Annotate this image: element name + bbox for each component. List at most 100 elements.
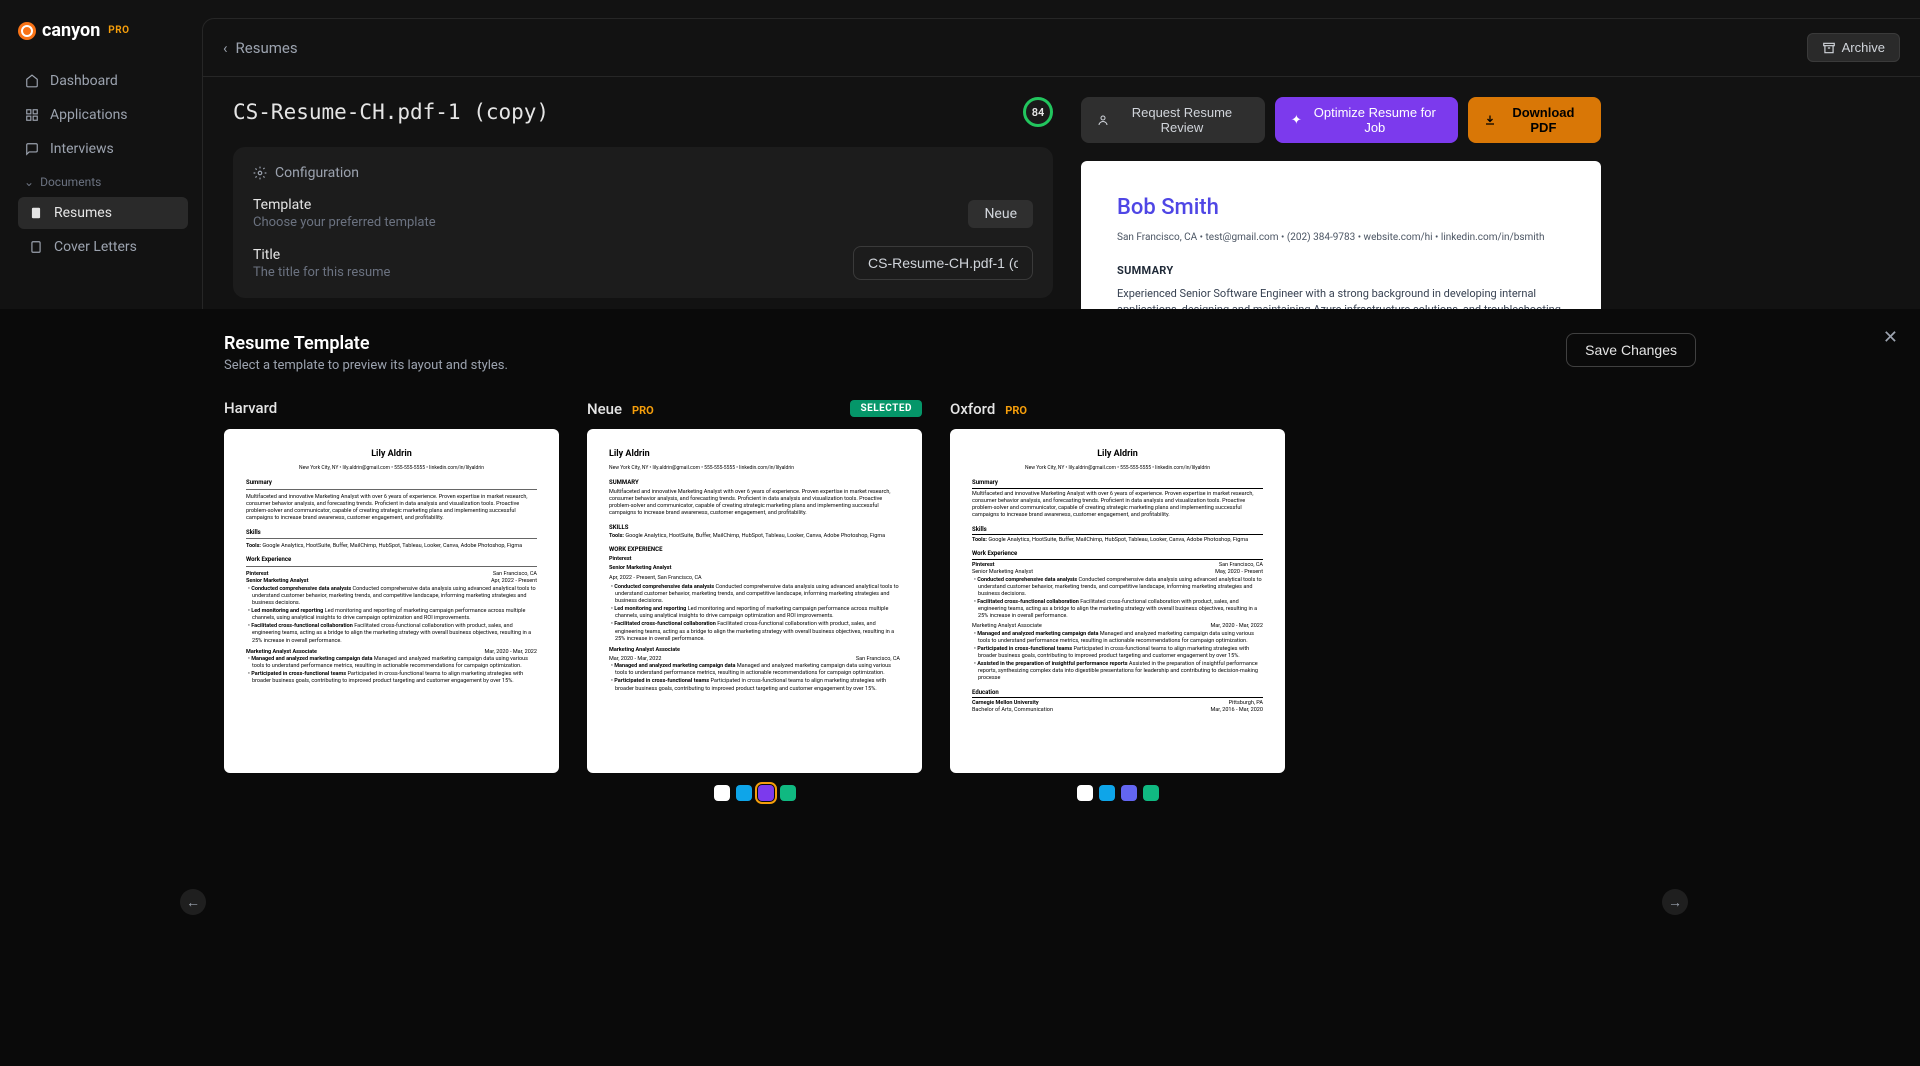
template-preview-harvard: Lily Aldrin New York City, NY • lily.ald… <box>224 429 559 773</box>
title-input[interactable] <box>853 246 1033 280</box>
sample-skills-h: Skills <box>246 529 537 537</box>
sample-contact: New York City, NY • lily.aldrin@gmail.co… <box>972 465 1263 472</box>
swatch-blue[interactable] <box>736 785 752 801</box>
title-label: Title <box>253 247 390 263</box>
arrow-left-icon: ← <box>186 894 200 911</box>
download-pdf-button[interactable]: Download PDF <box>1468 97 1601 143</box>
nav-resumes[interactable]: Resumes <box>18 197 188 229</box>
gear-icon <box>253 166 267 180</box>
save-changes-button[interactable]: Save Changes <box>1566 333 1696 367</box>
archive-icon <box>1822 41 1836 55</box>
sample-summary-h: SUMMARY <box>609 479 900 487</box>
template-preview-oxford: Lily Aldrin New York City, NY • lily.ald… <box>950 429 1285 773</box>
button-label: Request Resume Review <box>1115 105 1249 135</box>
nav-applications[interactable]: Applications <box>14 99 188 131</box>
preview-summary-heading: SUMMARY <box>1117 263 1565 280</box>
selected-badge: SELECTED <box>850 400 922 417</box>
sample-summary: Multifaceted and innovative Marketing An… <box>246 494 537 523</box>
sample-work-h: WORK EXPERIENCE <box>609 546 900 554</box>
archive-label: Archive <box>1842 40 1885 55</box>
sample-tools: Tools: Google Analytics, HootSuite, Buff… <box>609 533 900 540</box>
modal-subtitle: Select a template to preview its layout … <box>224 358 508 373</box>
sample-name: Lily Aldrin <box>972 449 1263 461</box>
chat-icon <box>24 141 40 157</box>
sample-contact: New York City, NY • lily.aldrin@gmail.co… <box>609 465 900 472</box>
sample-skills-h: Skills <box>972 526 1263 536</box>
configuration-card: Configuration Template Choose your prefe… <box>233 147 1053 298</box>
swatch-white[interactable] <box>714 785 730 801</box>
modal-title: Resume Template <box>224 333 508 354</box>
grid-icon <box>24 107 40 123</box>
breadcrumb[interactable]: ‹ Resumes <box>223 39 298 57</box>
button-label: Download PDF <box>1502 105 1585 135</box>
template-selector[interactable]: Neue <box>968 200 1033 228</box>
template-sublabel: Choose your preferred template <box>253 215 436 230</box>
carousel-prev[interactable]: ← <box>180 889 206 915</box>
sample-contact: New York City, NY • lily.aldrin@gmail.co… <box>246 465 537 472</box>
sample-summary-h: Summary <box>972 479 1263 489</box>
download-icon <box>1484 114 1496 126</box>
nav-item-label: Interviews <box>50 141 114 157</box>
nav-cover-letters[interactable]: Cover Letters <box>18 231 188 263</box>
sample-job-dates: Apr, 2022 - Present, San Francisco, CA <box>609 575 900 582</box>
logo-icon <box>18 22 36 40</box>
template-modal: ✕ Resume Template Select a template to p… <box>0 309 1920 1066</box>
swatch-purple[interactable] <box>758 785 774 801</box>
pro-badge: PRO <box>1005 404 1027 417</box>
sample-summary: Multifaceted and innovative Marketing An… <box>972 491 1263 520</box>
close-icon[interactable]: ✕ <box>1883 327 1898 348</box>
sample-tools: Tools: Google Analytics, HootSuite, Buff… <box>972 537 1263 544</box>
nav-item-label: Cover Letters <box>54 239 137 255</box>
brand-tier: PRO <box>108 25 129 36</box>
color-swatches-neue <box>587 785 922 801</box>
archive-button[interactable]: Archive <box>1807 33 1900 62</box>
sample-summary-h: Summary <box>246 479 537 487</box>
sample-skills-h: SKILLS <box>609 524 900 532</box>
color-swatches-oxford <box>950 785 1285 801</box>
nav-item-label: Resumes <box>54 205 112 221</box>
sample-name: Lily Aldrin <box>246 449 537 461</box>
carousel-next[interactable]: → <box>1662 889 1688 915</box>
user-icon <box>1097 114 1109 126</box>
chevron-down-icon: ⌄ <box>24 175 34 189</box>
document-icon <box>28 239 44 255</box>
optimize-button[interactable]: ✦ Optimize Resume for Job <box>1275 97 1458 143</box>
swatch-green[interactable] <box>1143 785 1159 801</box>
arrow-right-icon: → <box>1668 894 1682 911</box>
nav-interviews[interactable]: Interviews <box>14 133 188 165</box>
preview-contact: San Francisco, CA • test@gmail.com • (20… <box>1117 230 1565 245</box>
template-harvard[interactable]: Harvard Lily Aldrin New York City, NY • … <box>224 397 559 773</box>
swatch-green[interactable] <box>780 785 796 801</box>
chevron-left-icon: ‹ <box>223 39 228 57</box>
template-name: Neue <box>587 400 622 418</box>
nav-section-documents[interactable]: ⌄ Documents <box>14 167 188 197</box>
request-review-button[interactable]: Request Resume Review <box>1081 97 1265 143</box>
topbar: ‹ Resumes Archive <box>202 18 1920 77</box>
template-oxford[interactable]: Oxford PRO Lily Aldrin New York City, NY… <box>950 397 1285 801</box>
sample-edu-h: Education <box>972 689 1263 699</box>
template-preview-neue: Lily Aldrin New York City, NY • lily.ald… <box>587 429 922 773</box>
button-label: Optimize Resume for Job <box>1308 105 1442 135</box>
template-label: Template <box>253 197 436 213</box>
score-badge: 84 <box>1023 97 1053 127</box>
preview-name: Bob Smith <box>1117 191 1565 224</box>
document-title: CS-Resume-CH.pdf-1 (copy) <box>233 100 549 124</box>
nav-item-label: Applications <box>50 107 128 123</box>
sample-work-h: Work Experience <box>246 556 537 564</box>
sample-name: Lily Aldrin <box>609 449 900 461</box>
document-icon <box>28 205 44 221</box>
pro-badge: PRO <box>632 404 654 417</box>
nav-item-label: Dashboard <box>50 73 118 89</box>
nav-section-label: Documents <box>40 175 101 189</box>
sparkle-icon: ✦ <box>1291 112 1302 128</box>
nav-dashboard[interactable]: Dashboard <box>14 65 188 97</box>
brand-logo: canyon PRO <box>14 20 188 41</box>
sample-summary: Multifaceted and innovative Marketing An… <box>609 489 900 518</box>
title-sublabel: The title for this resume <box>253 265 390 280</box>
home-icon <box>24 73 40 89</box>
sample-tools: Tools: Google Analytics, HootSuite, Buff… <box>246 543 537 550</box>
template-neue[interactable]: Neue PRO SELECTED Lily Aldrin New York C… <box>587 397 922 801</box>
swatch-indigo[interactable] <box>1121 785 1137 801</box>
swatch-white[interactable] <box>1077 785 1093 801</box>
swatch-blue[interactable] <box>1099 785 1115 801</box>
